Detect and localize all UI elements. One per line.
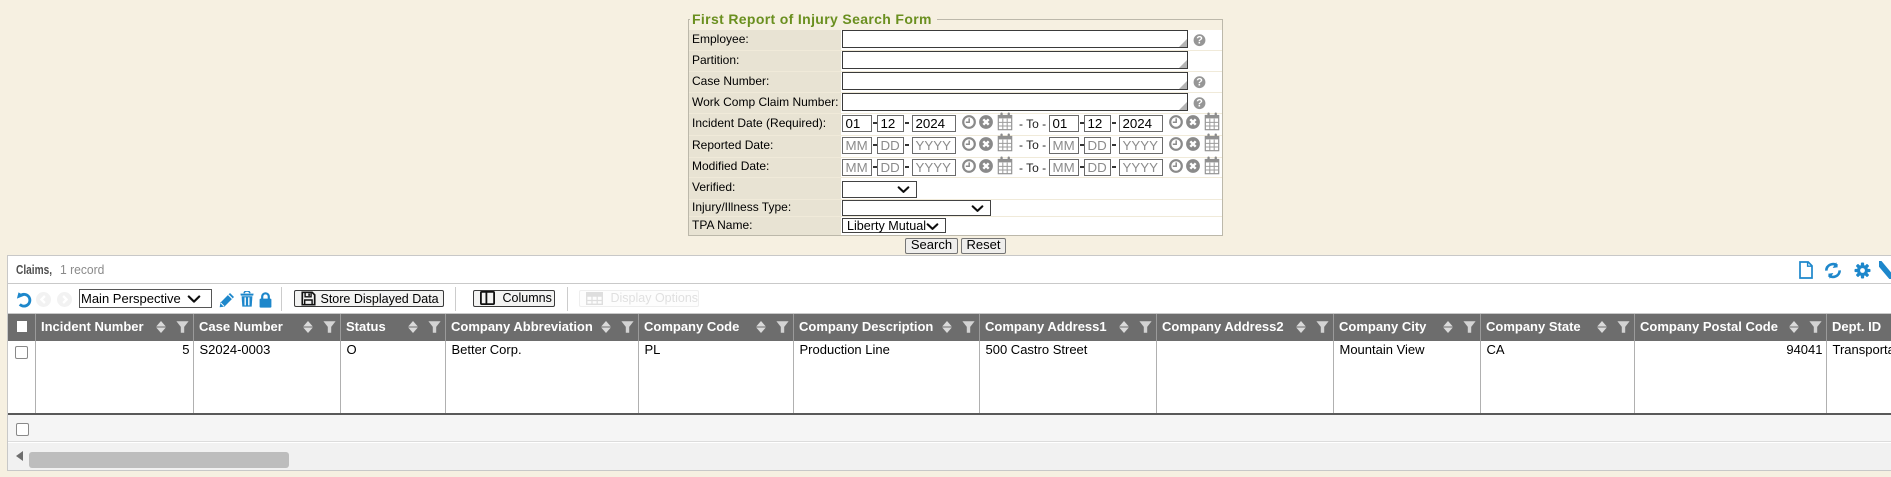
svg-text:?: ?	[1196, 98, 1203, 110]
svg-text:?: ?	[1196, 35, 1203, 47]
svg-text:?: ?	[1196, 77, 1203, 89]
